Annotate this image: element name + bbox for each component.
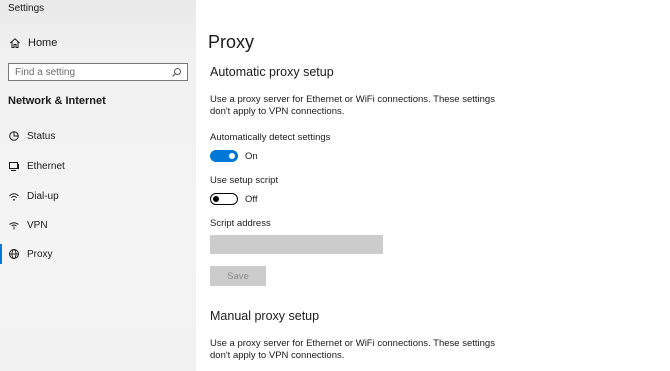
search-box bbox=[8, 63, 188, 81]
sidebar: Settings Home Network & Internet bbox=[0, 0, 196, 371]
main-content: Proxy Automatic proxy setup Use a proxy … bbox=[196, 0, 670, 371]
dialup-icon bbox=[7, 189, 21, 203]
detect-settings-label: Automatically detect settings bbox=[210, 132, 331, 143]
auto-proxy-description: Use a proxy server for Ethernet or WiFi … bbox=[210, 94, 495, 117]
setup-script-row: Off bbox=[210, 193, 258, 205]
sidebar-item-vpn[interactable]: VPN bbox=[0, 213, 196, 237]
ethernet-icon bbox=[7, 159, 21, 173]
sidebar-item-label: Status bbox=[27, 130, 56, 142]
manual-proxy-heading: Manual proxy setup bbox=[210, 309, 320, 323]
sidebar-item-label: Home bbox=[28, 37, 58, 49]
page-title: Proxy bbox=[208, 32, 255, 52]
vpn-icon bbox=[7, 218, 21, 232]
sidebar-item-label: Dial-up bbox=[27, 190, 59, 202]
toggle-knob bbox=[229, 152, 235, 159]
setup-script-toggle[interactable] bbox=[210, 193, 238, 205]
sidebar-item-label: Ethernet bbox=[27, 160, 65, 172]
sidebar-item-home[interactable]: Home bbox=[0, 31, 196, 55]
sidebar-item-status[interactable]: Status bbox=[0, 124, 196, 148]
sidebar-item-proxy[interactable]: Proxy bbox=[0, 242, 196, 266]
section-heading: Network & Internet bbox=[8, 95, 106, 107]
search-input[interactable] bbox=[9, 64, 159, 80]
save-button[interactable]: Save bbox=[210, 266, 266, 286]
settings-window: Settings Home Network & Internet bbox=[0, 0, 670, 371]
script-address-input[interactable] bbox=[210, 235, 383, 254]
script-address-label: Script address bbox=[210, 218, 271, 229]
app-title: Settings bbox=[8, 3, 45, 14]
setup-script-label: Use setup script bbox=[210, 175, 279, 186]
sidebar-item-label: VPN bbox=[27, 219, 48, 231]
status-icon bbox=[7, 129, 21, 143]
setup-script-state: Off bbox=[245, 193, 258, 205]
home-icon bbox=[8, 36, 22, 50]
sidebar-item-ethernet[interactable]: Ethernet bbox=[0, 154, 196, 178]
globe-icon bbox=[7, 247, 21, 261]
sidebar-item-dialup[interactable]: Dial-up bbox=[0, 184, 196, 208]
manual-proxy-description: Use a proxy server for Ethernet or WiFi … bbox=[210, 338, 495, 361]
search-icon[interactable] bbox=[169, 65, 183, 79]
detect-settings-state: On bbox=[245, 150, 258, 162]
detect-settings-row: On bbox=[210, 150, 258, 162]
sidebar-item-label: Proxy bbox=[27, 248, 53, 260]
toggle-knob bbox=[213, 195, 219, 202]
detect-settings-toggle[interactable] bbox=[210, 150, 238, 162]
auto-proxy-heading: Automatic proxy setup bbox=[210, 65, 334, 79]
